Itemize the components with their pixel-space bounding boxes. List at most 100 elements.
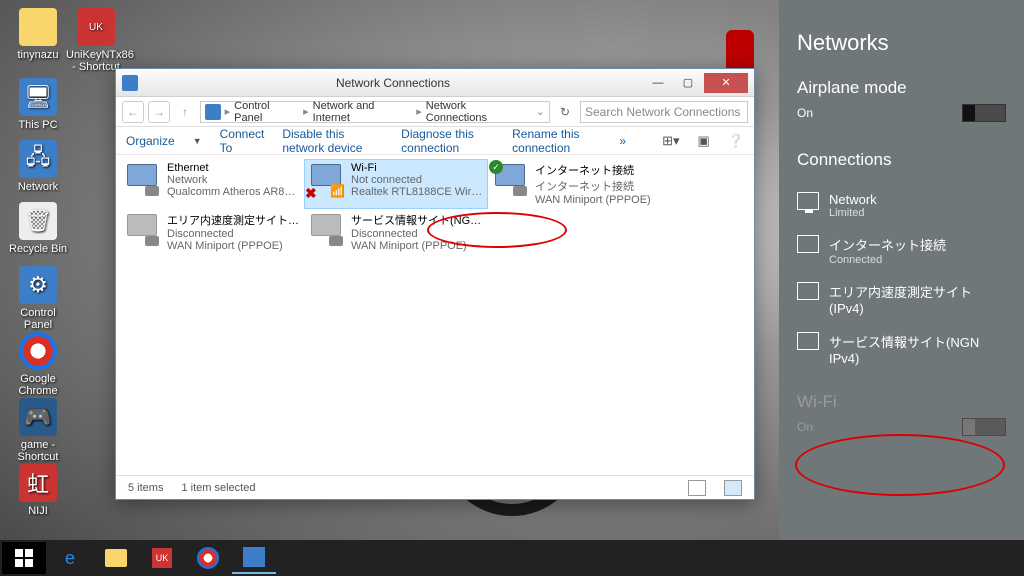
wifi-toggle[interactable] xyxy=(962,418,1006,436)
desktop-icon-controlpanel[interactable]: ⚙ Control Panel xyxy=(8,266,68,331)
networks-charm-panel: Networks Airplane mode On Connections Ne… xyxy=(779,0,1024,576)
panel-title: Networks xyxy=(797,30,1006,56)
charm-item-name: インターネット接続 xyxy=(829,235,946,254)
connection-status: Not connected xyxy=(351,174,485,186)
connection-item-area-ipv4[interactable]: エリア内速度測定サイト(IPv4)DisconnectedWAN Minipor… xyxy=(120,209,304,255)
connection-item-ethernet[interactable]: EthernetNetworkQualcomm Atheros AR8151 P… xyxy=(120,159,304,209)
folder-icon xyxy=(19,8,57,46)
charm-item-name: エリア内速度測定サイト(IPv4) xyxy=(829,282,1006,316)
rename-button[interactable]: Rename this connection xyxy=(512,127,601,155)
desktop-icon-game[interactable]: 🎮game - Shortcut xyxy=(8,398,68,463)
recycle-bin-icon: 🗑 xyxy=(19,202,57,240)
minimize-button[interactable]: — xyxy=(644,73,672,93)
crumb-sep: ▸ xyxy=(303,105,309,118)
breadcrumb-item[interactable]: Control Panel xyxy=(234,100,299,124)
help-icon[interactable]: ❔ xyxy=(728,133,744,149)
window-icon xyxy=(122,75,138,91)
network-icon: 🖧 xyxy=(19,140,57,178)
connection-name: Wi-Fi xyxy=(351,162,485,174)
taskbar-explorer[interactable] xyxy=(94,542,138,574)
connection-icon xyxy=(123,162,161,200)
charm-connection-network[interactable]: NetworkLimited xyxy=(797,184,1006,227)
selected-count: 1 item selected xyxy=(181,482,255,494)
charm-connection-internet[interactable]: インターネット接続Connected xyxy=(797,227,1006,274)
app-icon: UK xyxy=(77,8,115,46)
charm-item-status: Limited xyxy=(829,207,877,219)
dialup-icon xyxy=(797,282,819,300)
connection-status: Disconnected xyxy=(167,228,301,240)
connection-device: Qualcomm Atheros AR8151 PCI-E... xyxy=(167,186,301,198)
connection-icon: 📶✖ xyxy=(307,162,345,200)
desktop-icon-niji[interactable]: 虹NIJI xyxy=(8,464,68,517)
crumb-sep: ▸ xyxy=(225,105,231,118)
taskbar-app[interactable] xyxy=(232,542,276,574)
taskbar-ie[interactable]: e xyxy=(48,542,92,574)
ie-icon: e xyxy=(65,548,75,569)
icon-label: Google Chrome xyxy=(18,373,57,397)
breadcrumb-item[interactable]: Network Connections xyxy=(426,100,528,124)
forward-button[interactable]: → xyxy=(148,101,170,123)
navbar: ← → ↑ ▸ Control Panel ▸ Network and Inte… xyxy=(116,97,754,127)
desktop-icon-unikey[interactable]: UKUniKeyNTx86 - Shortcut xyxy=(66,8,126,73)
taskbar-unikey[interactable]: UK xyxy=(140,542,184,574)
connection-name: インターネット接続 xyxy=(535,162,669,178)
up-button[interactable]: ↑ xyxy=(174,101,196,123)
connection-item-internet-jp[interactable]: ✓ インターネット接続インターネット接続WAN Miniport (PPPOE) xyxy=(488,159,672,209)
dropdown-icon[interactable]: ⌄ xyxy=(536,105,545,118)
taskbar-chrome[interactable] xyxy=(186,542,230,574)
titlebar[interactable]: Network Connections — ▢ ✕ xyxy=(116,69,754,97)
icon-label: Network xyxy=(18,181,58,193)
connection-name: エリア内速度測定サイト(IPv4) xyxy=(167,212,301,228)
item-count: 5 items xyxy=(128,482,163,494)
back-button[interactable]: ← xyxy=(122,101,144,123)
view-options-icon[interactable]: ⊞▾ xyxy=(662,133,679,149)
icons-view-icon[interactable] xyxy=(724,480,742,496)
desktop-icon-thispc[interactable]: 🖥This PC xyxy=(8,78,68,131)
icon-label: Control Panel xyxy=(20,307,55,331)
chrome-icon xyxy=(197,547,219,569)
wifi-section-title: Wi-Fi xyxy=(797,392,1006,412)
charm-connection-ngn[interactable]: サービス情報サイト(NGN IPv4) xyxy=(797,324,1006,374)
location-icon xyxy=(205,104,221,120)
desktop-icon-recyclebin[interactable]: 🗑 Recycle Bin xyxy=(8,202,68,255)
desktop-icon-tinynazu[interactable]: tinynazu xyxy=(8,8,68,61)
start-button[interactable] xyxy=(2,542,46,574)
connection-item-wifi[interactable]: 📶✖ Wi-FiNot connectedRealtek RTL8188CE W… xyxy=(304,159,488,209)
desktop-icon-chrome[interactable]: Google Chrome xyxy=(8,332,68,397)
window-title: Network Connections xyxy=(144,76,642,90)
connection-item-ngn-ipv4[interactable]: サービス情報サイト(NGN IPv4)DisconnectedWAN Minip… xyxy=(304,209,488,255)
crumb-sep: ▸ xyxy=(416,105,422,118)
charm-connection-area[interactable]: エリア内速度測定サイト(IPv4) xyxy=(797,274,1006,324)
explorer-icon xyxy=(105,549,127,567)
connection-device: WAN Miniport (PPPOE) xyxy=(351,240,485,252)
unikey-icon: UK xyxy=(152,548,172,568)
charm-item-status: Connected xyxy=(829,254,946,266)
maximize-button[interactable]: ▢ xyxy=(674,73,702,93)
control-panel-icon: ⚙ xyxy=(19,266,57,304)
close-button[interactable]: ✕ xyxy=(704,73,748,93)
preview-pane-icon[interactable]: ▣ xyxy=(698,133,710,149)
address-bar[interactable]: ▸ Control Panel ▸ Network and Internet ▸… xyxy=(200,101,550,123)
dialup-icon xyxy=(797,235,819,253)
refresh-button[interactable]: ↻ xyxy=(554,101,576,123)
icon-label: Recycle Bin xyxy=(9,243,67,255)
connections-title: Connections xyxy=(797,150,1006,170)
connect-to-button[interactable]: Connect To xyxy=(220,127,265,155)
pc-icon: 🖥 xyxy=(19,78,57,116)
monitor-icon xyxy=(797,192,819,210)
desktop-icon-network[interactable]: 🖧 Network xyxy=(8,140,68,193)
breadcrumb-item[interactable]: Network and Internet xyxy=(313,100,413,124)
disconnected-x-icon: ✖ xyxy=(305,185,317,202)
wifi-signal-icon: 📶 xyxy=(330,184,345,198)
airplane-mode-toggle[interactable] xyxy=(962,104,1006,122)
status-bar: 5 items 1 item selected xyxy=(116,475,754,499)
disable-device-button[interactable]: Disable this network device xyxy=(282,127,383,155)
organize-button[interactable]: Organize xyxy=(126,134,175,148)
connection-icon xyxy=(123,212,161,250)
details-view-icon[interactable] xyxy=(688,480,706,496)
search-input[interactable]: Search Network Connections xyxy=(580,101,748,123)
diagnose-button[interactable]: Diagnose this connection xyxy=(401,127,494,155)
network-connections-window: Network Connections — ▢ ✕ ← → ↑ ▸ Contro… xyxy=(115,68,755,500)
more-button[interactable]: » xyxy=(619,134,626,148)
connection-status: Disconnected xyxy=(351,228,485,240)
